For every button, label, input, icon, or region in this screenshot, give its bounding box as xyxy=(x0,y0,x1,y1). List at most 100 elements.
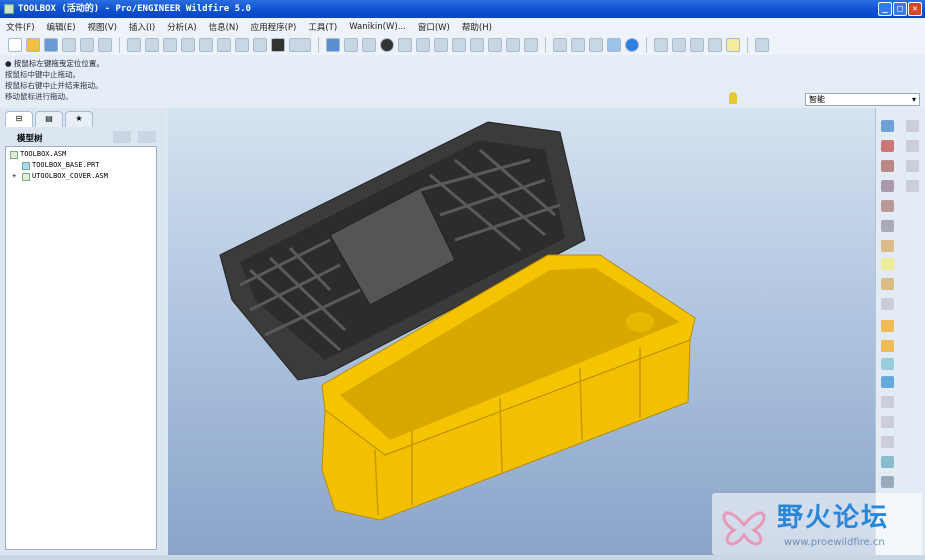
toolbar xyxy=(0,35,925,55)
saved-views-icon[interactable] xyxy=(488,38,502,52)
menu-help[interactable]: 帮助(H) xyxy=(462,21,492,33)
context-help-icon[interactable] xyxy=(755,38,769,52)
pattern-tool-icon[interactable] xyxy=(881,456,894,468)
datum-curve-tool-icon[interactable] xyxy=(881,160,894,172)
menu-edit[interactable]: 编辑(E) xyxy=(47,21,76,33)
lightbulb-icon[interactable] xyxy=(729,92,737,104)
coordinate-systems-icon[interactable] xyxy=(708,38,722,52)
paste-special-icon[interactable] xyxy=(217,38,231,52)
menu-bar: 文件(F) 编辑(E) 视图(V) 插入(I) 分析(A) 信息(N) 应用程序… xyxy=(0,18,925,35)
menu-wanikin[interactable]: Wanikin(W)... xyxy=(349,22,406,32)
repaint-icon[interactable] xyxy=(326,38,340,52)
paste-icon[interactable] xyxy=(199,38,213,52)
maximize-button[interactable]: □ xyxy=(893,2,907,16)
selection-filter-dropdown[interactable]: 智能 xyxy=(805,93,920,106)
copy-icon[interactable] xyxy=(181,38,195,52)
tab-favorites[interactable]: ★ xyxy=(65,111,93,127)
menu-insert[interactable]: 插入(I) xyxy=(129,21,155,33)
graphics-window[interactable] xyxy=(168,108,875,555)
wireframe-icon[interactable] xyxy=(553,38,567,52)
no-hidden-icon[interactable] xyxy=(589,38,603,52)
regen-manager-icon[interactable] xyxy=(253,38,267,52)
menu-file[interactable]: 文件(F) xyxy=(6,21,35,33)
status-bar xyxy=(0,555,925,560)
minimize-button[interactable]: _ xyxy=(878,2,892,16)
toolbox-model xyxy=(219,121,696,521)
chamfer-tool-icon[interactable] xyxy=(881,416,894,428)
tab-model-tree[interactable]: ⊟ xyxy=(5,111,33,127)
new-icon[interactable] xyxy=(8,38,22,52)
hole-tool-icon[interactable] xyxy=(881,376,894,388)
menu-analysis[interactable]: 分析(A) xyxy=(167,21,196,33)
menu-window[interactable]: 窗口(W) xyxy=(418,21,450,33)
assembly-icon xyxy=(22,172,30,181)
cut-icon[interactable] xyxy=(163,38,177,52)
find-icon[interactable] xyxy=(271,38,285,52)
print-icon[interactable] xyxy=(62,38,76,52)
annotations-icon[interactable] xyxy=(726,38,740,52)
pan-icon[interactable] xyxy=(398,38,412,52)
refit-icon[interactable] xyxy=(452,38,466,52)
round-tool-icon[interactable] xyxy=(881,396,894,408)
hidden-line-icon[interactable] xyxy=(571,38,585,52)
close-button[interactable]: ✕ xyxy=(908,2,922,16)
part-icon xyxy=(22,161,30,170)
view-manager-icon[interactable] xyxy=(524,38,538,52)
package-icon[interactable] xyxy=(881,298,894,310)
spin-center-icon[interactable] xyxy=(344,38,358,52)
settings-icon[interactable] xyxy=(113,131,131,143)
save-icon[interactable] xyxy=(44,38,58,52)
enhanced-realism-icon[interactable] xyxy=(625,38,639,52)
csys-tool-icon[interactable] xyxy=(881,220,894,232)
message-area: ● 按鼠标左键拖曳定位位置。 按鼠标中键中止拖动。 按鼠标右键中止并结束拖动。 … xyxy=(0,55,925,108)
extrude-tool-icon[interactable] xyxy=(906,120,919,132)
select-box-icon[interactable] xyxy=(289,38,311,52)
undo-icon[interactable] xyxy=(127,38,141,52)
mirror-component-icon[interactable] xyxy=(881,340,894,352)
tree-node[interactable]: + UTOOLBOX_COVER.ASM xyxy=(6,171,156,182)
explode-tool-icon[interactable] xyxy=(881,476,894,488)
redo-icon[interactable] xyxy=(145,38,159,52)
app-icon xyxy=(4,4,14,14)
datum-axes-icon[interactable] xyxy=(672,38,686,52)
blend-tool-icon[interactable] xyxy=(906,180,919,192)
place-component-icon[interactable] xyxy=(881,258,894,270)
shading-icon[interactable] xyxy=(607,38,621,52)
datum-plane-tool-icon[interactable] xyxy=(881,120,894,132)
send-mail-attach-icon[interactable] xyxy=(98,38,112,52)
datum-planes-icon[interactable] xyxy=(654,38,668,52)
repeat-icon[interactable] xyxy=(881,320,894,332)
merge-icon[interactable] xyxy=(881,358,894,370)
expand-toggle[interactable]: + xyxy=(12,171,20,182)
datum-points-icon[interactable] xyxy=(690,38,704,52)
datum-axis-tool-icon[interactable] xyxy=(881,140,894,152)
draft-tool-icon[interactable] xyxy=(881,436,894,448)
create-component-icon[interactable] xyxy=(881,278,894,290)
reorient-icon[interactable] xyxy=(470,38,484,52)
separator xyxy=(119,37,120,53)
revolve-tool-icon[interactable] xyxy=(906,140,919,152)
appearance-icon[interactable] xyxy=(380,38,394,52)
show-icon[interactable] xyxy=(138,131,156,143)
menu-view[interactable]: 视图(V) xyxy=(88,21,117,33)
regenerate-icon[interactable] xyxy=(235,38,249,52)
zoom-out-icon[interactable] xyxy=(434,38,448,52)
sketch-tool-icon[interactable] xyxy=(881,180,894,192)
menu-info[interactable]: 信息(N) xyxy=(209,21,239,33)
open-icon[interactable] xyxy=(26,38,40,52)
menu-tools[interactable]: 工具(T) xyxy=(308,21,337,33)
model-tree-header: 模型树 xyxy=(3,128,161,146)
separator xyxy=(646,37,647,53)
tree-node[interactable]: TOOLBOX_BASE.PRT xyxy=(6,160,156,171)
sweep-tool-icon[interactable] xyxy=(906,160,919,172)
menu-applications[interactable]: 应用程序(P) xyxy=(251,21,297,33)
layers-icon[interactable] xyxy=(506,38,520,52)
tab-folder-browser[interactable]: ▤ xyxy=(35,111,63,127)
send-mail-icon[interactable] xyxy=(80,38,94,52)
watermark-title: 野火论坛 xyxy=(777,503,890,533)
zoom-in-icon[interactable] xyxy=(416,38,430,52)
analysis-tool-icon[interactable] xyxy=(881,240,894,252)
datum-point-tool-icon[interactable] xyxy=(881,200,894,212)
tree-node[interactable]: TOOLBOX.ASM xyxy=(6,149,156,160)
orient-mode-icon[interactable] xyxy=(362,38,376,52)
